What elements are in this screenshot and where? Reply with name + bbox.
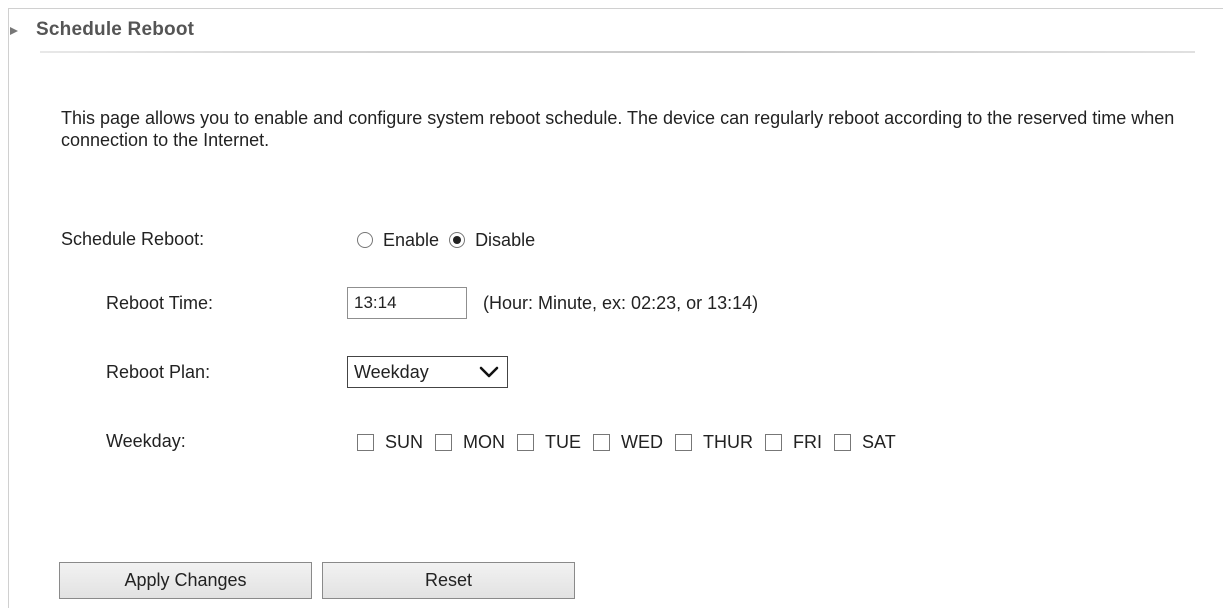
fri-checkbox[interactable] — [765, 433, 783, 451]
reboot-time-hint: (Hour: Minute, ex: 02:23, or 13:14) — [483, 292, 759, 313]
thur-label[interactable]: THUR — [703, 432, 753, 453]
page-title: Schedule Reboot — [36, 19, 195, 40]
wed-label[interactable]: WED — [621, 432, 663, 453]
reboot-plan-select[interactable]: Weekday — [347, 356, 508, 388]
tue-label[interactable]: TUE — [545, 432, 581, 453]
weekday-checkbox-group: SUN MON TUE WED THUR FRI SAT — [357, 430, 908, 454]
chevron-down-icon — [479, 366, 499, 378]
disable-radio-label[interactable]: Disable — [475, 230, 535, 251]
fri-label[interactable]: FRI — [793, 432, 822, 453]
wed-checkbox[interactable] — [593, 433, 611, 451]
thur-checkbox[interactable] — [675, 433, 693, 451]
reboot-time-label: Reboot Time: — [106, 293, 214, 313]
reboot-time-input[interactable] — [347, 287, 467, 319]
sat-checkbox[interactable] — [834, 433, 852, 451]
header-divider — [40, 51, 1195, 53]
reboot-plan-label: Reboot Plan: — [106, 362, 211, 382]
mon-checkbox[interactable] — [435, 433, 453, 451]
sat-label[interactable]: SAT — [862, 432, 896, 453]
schedule-reboot-label: Schedule Reboot: — [61, 229, 205, 249]
disable-radio[interactable] — [449, 232, 466, 248]
enable-radio-label[interactable]: Enable — [383, 230, 439, 251]
weekday-label: Weekday: — [106, 431, 186, 451]
mon-label[interactable]: MON — [463, 432, 505, 453]
apply-changes-button[interactable]: Apply Changes — [59, 562, 312, 599]
reboot-plan-selected-value: Weekday — [354, 361, 429, 382]
section-header: Schedule Reboot — [10, 14, 194, 46]
reset-button[interactable]: Reset — [322, 562, 575, 599]
enable-radio[interactable] — [357, 232, 373, 248]
triangle-right-icon — [10, 26, 18, 35]
reboot-time-row: (Hour: Minute, ex: 02:23, or 13:14) — [347, 286, 758, 320]
tue-checkbox[interactable] — [517, 433, 535, 451]
page-description: This page allows you to enable and confi… — [61, 108, 1175, 150]
schedule-reboot-radio-group: Enable Disable — [357, 229, 545, 251]
sun-label[interactable]: SUN — [385, 432, 423, 453]
sun-checkbox[interactable] — [357, 433, 374, 451]
